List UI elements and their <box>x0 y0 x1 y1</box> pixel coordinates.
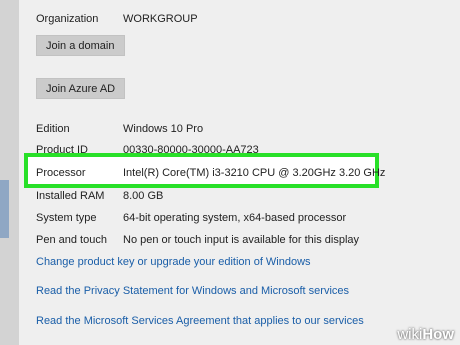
ram-value: 8.00 GB <box>123 190 164 202</box>
nav-selection-indicator <box>0 180 9 238</box>
organization-value: WORKGROUP <box>123 13 198 25</box>
organization-label: Organization <box>36 13 99 25</box>
processor-highlight-box: Processor Intel(R) Core(TM) i3-3210 CPU … <box>24 153 385 188</box>
join-domain-button[interactable]: Join a domain <box>36 35 125 56</box>
services-agreement-link[interactable]: Read the Microsoft Services Agreement th… <box>36 315 364 327</box>
privacy-statement-link[interactable]: Read the Privacy Statement for Windows a… <box>36 285 349 297</box>
processor-value: Intel(R) Core(TM) i3-3210 CPU @ 3.20GHz … <box>123 167 386 179</box>
ram-label: Installed RAM <box>36 190 105 202</box>
system-type-value: 64-bit operating system, x64-based proce… <box>123 212 347 224</box>
wikihow-watermark: wikiHow <box>397 326 454 343</box>
edition-value: Windows 10 Pro <box>123 123 204 135</box>
pen-touch-label: Pen and touch <box>36 234 107 246</box>
processor-label: Processor <box>36 167 86 179</box>
pen-touch-value: No pen or touch input is available for t… <box>123 234 360 246</box>
change-product-key-link[interactable]: Change product key or upgrade your editi… <box>36 256 311 268</box>
left-nav-strip <box>0 0 19 345</box>
system-type-label: System type <box>36 212 97 224</box>
edition-label: Edition <box>36 123 70 135</box>
join-azure-ad-button[interactable]: Join Azure AD <box>36 78 126 99</box>
watermark-part2: How <box>422 326 454 343</box>
watermark-part1: wiki <box>397 326 423 343</box>
